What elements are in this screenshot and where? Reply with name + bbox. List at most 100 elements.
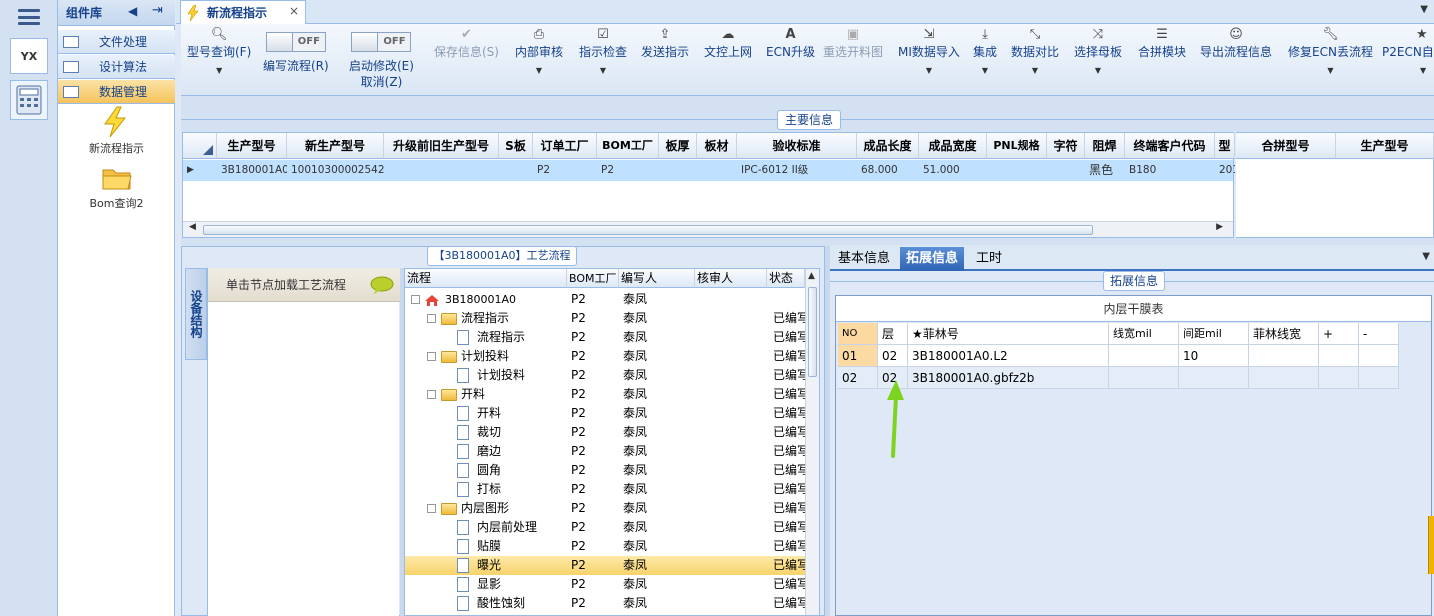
collapse-left-icon[interactable]: ◀ — [128, 4, 137, 18]
col-header[interactable]: 成品宽度 — [919, 133, 987, 159]
tree-row[interactable]: 显影 P2 泰凤 已编写 — [405, 575, 807, 594]
tree-row[interactable]: − 流程指示 P2 泰凤 已编写 — [405, 309, 807, 328]
col-header[interactable]: BOM工厂 — [597, 133, 659, 159]
menu-button[interactable] — [0, 0, 58, 34]
cell[interactable]: 10 — [1179, 345, 1249, 367]
col-header[interactable]: 成品长度 — [857, 133, 919, 159]
reselect-cutting-button[interactable]: ▣ 重选开料图 — [823, 24, 883, 96]
cell[interactable]: 01 — [838, 345, 878, 367]
col-header[interactable]: 合拼型号 — [1236, 133, 1336, 159]
cell[interactable] — [1359, 345, 1399, 367]
tree-row[interactable]: 开料 P2 泰凤 已编写 — [405, 404, 807, 423]
write-process-toggle[interactable]: OFF 编写流程(R) — [263, 24, 329, 96]
col-header[interactable]: - — [1359, 323, 1399, 345]
ecn-upgrade-button[interactable]: A ECN升级 — [766, 24, 815, 96]
tree-row[interactable]: − 开料 P2 泰凤 已编写 — [405, 385, 807, 404]
tree-row[interactable]: 计划投料 P2 泰凤 已编写 — [405, 366, 807, 385]
p2ecn-auto-button[interactable]: ★ P2ECN自动 ▼ — [1382, 24, 1434, 96]
col-header[interactable]: NO — [838, 323, 878, 345]
fix-ecn-process-button[interactable]: 🔧︎ 修复ECN丢流程 ▼ — [1288, 24, 1373, 96]
col-header[interactable]: 升级前旧生产型号 — [384, 133, 499, 159]
cell[interactable] — [1249, 345, 1319, 367]
col-header[interactable]: 生产型号 — [1336, 133, 1434, 159]
tab-device-structure[interactable]: 设备结构 — [185, 268, 207, 360]
col-header[interactable]: BOM工厂 — [567, 269, 619, 288]
tree-row[interactable]: 圆角 P2 泰凤 已编写 — [405, 461, 807, 480]
col-header[interactable]: 新生产型号 — [287, 133, 384, 159]
speech-bubble-icon[interactable] — [370, 276, 394, 294]
cell[interactable] — [1249, 367, 1319, 389]
col-header[interactable]: 阻焊 — [1085, 133, 1125, 159]
col-header[interactable]: 型 — [1215, 133, 1235, 159]
tab-new-process[interactable]: 新流程指示 × — [180, 0, 306, 24]
col-header[interactable]: 验收标准 — [737, 133, 857, 159]
cell[interactable] — [1319, 367, 1359, 389]
tree-row[interactable]: 流程指示 P2 泰凤 已编写 — [405, 328, 807, 347]
col-header[interactable]: 编写人 — [619, 269, 695, 288]
col-header[interactable]: ★菲林号 — [908, 323, 1109, 345]
col-header[interactable]: 线宽mil — [1109, 323, 1179, 345]
scroll-right-icon[interactable]: ▶ — [1216, 222, 1223, 232]
doc-control-online-button[interactable]: ☁ 文控上网 — [704, 24, 752, 96]
select-mother-board-button[interactable]: ⤨ 选择母板 ▼ — [1074, 24, 1122, 96]
tool-new-process[interactable]: 新流程指示 — [58, 140, 175, 156]
library-item-file-processing[interactable]: 文件处理 — [58, 30, 175, 54]
col-header[interactable]: + — [1319, 323, 1359, 345]
table-row[interactable]: ▶ 3B180001A0 10010300002542 P2 P2 IPC-60… — [183, 160, 1235, 181]
cell[interactable] — [1109, 367, 1179, 389]
export-process-info-button[interactable]: ☺ 导出流程信息 — [1200, 24, 1272, 96]
tree-row[interactable]: − 内层图形 P2 泰凤 已编写 — [405, 499, 807, 518]
tree-row[interactable]: − 3B180001A0 P2 泰凤 — [405, 290, 805, 309]
scroll-left-icon[interactable]: ◀ — [189, 222, 196, 232]
cell[interactable]: 3B180001A0.L2 — [908, 345, 1109, 367]
tree-row[interactable]: 裁切 P2 泰凤 已编写 — [405, 423, 807, 442]
tool-bom-query[interactable]: Bom查询2 — [58, 195, 175, 211]
tree-row[interactable]: 内层前处理 P2 泰凤 已编写 — [405, 518, 807, 537]
cell[interactable]: 3B180001A0.gbfz2b — [908, 367, 1109, 389]
cell[interactable]: 02 — [878, 345, 908, 367]
library-item-data-management[interactable]: 数据管理 — [58, 80, 175, 104]
chevron-down-icon[interactable]: ▼ — [1420, 4, 1428, 15]
col-header[interactable]: 生产型号 — [217, 133, 287, 159]
pin-icon[interactable]: ⇥ — [152, 3, 163, 18]
save-info-button[interactable]: ✔ 保存信息(S) — [434, 24, 499, 96]
chevron-down-icon[interactable]: ▼ — [1422, 251, 1430, 262]
tab-extended-info[interactable]: 拓展信息 — [900, 247, 965, 271]
edge-handle[interactable] — [1428, 516, 1434, 574]
horizontal-scrollbar[interactable]: ◀ ▶ — [183, 221, 1233, 237]
send-instruction-button[interactable]: ⇪ 发送指示 — [641, 24, 689, 96]
col-header[interactable]: PNL规格 — [987, 133, 1047, 159]
col-header[interactable]: 层 — [878, 323, 908, 345]
col-header[interactable]: 核审人 — [695, 269, 767, 288]
cell[interactable] — [1359, 367, 1399, 389]
col-header[interactable]: 间距mil — [1179, 323, 1249, 345]
tree-row[interactable]: 打标 P2 泰凤 已编写 — [405, 480, 807, 499]
tree-row[interactable]: 曝光 P2 泰凤 已编写 — [405, 556, 807, 575]
tree-row[interactable]: 酸性蚀刻 P2 泰凤 已编写 — [405, 594, 807, 613]
cell[interactable] — [1179, 367, 1249, 389]
col-header[interactable]: 板材 — [697, 133, 737, 159]
calculator-icon[interactable] — [10, 80, 48, 120]
integrate-button[interactable]: ⤓ 集成 ▼ — [973, 24, 997, 96]
col-header[interactable]: S板 — [499, 133, 533, 159]
col-header[interactable]: 菲林线宽 — [1249, 323, 1319, 345]
cell[interactable] — [1109, 345, 1179, 367]
mi-data-import-button[interactable]: ⇲ MI数据导入 ▼ — [898, 24, 960, 96]
col-header[interactable]: 终端客户代码 — [1125, 133, 1215, 159]
toggle-switch[interactable]: OFF — [265, 32, 326, 52]
library-item-design-algorithm[interactable]: 设计算法 — [58, 55, 175, 79]
model-query-button[interactable]: 🔍︎ 型号查询(F) ▼ — [187, 24, 251, 96]
collapse-icon[interactable]: − — [427, 314, 436, 323]
col-header[interactable]: 订单工厂 — [533, 133, 597, 159]
col-header[interactable]: 字符 — [1047, 133, 1085, 159]
tree-row[interactable]: − 计划投料 P2 泰凤 已编写 — [405, 347, 807, 366]
tab-basic-info[interactable]: 基本信息 — [832, 247, 896, 271]
toggle-switch[interactable]: OFF — [351, 32, 412, 52]
internal-review-button[interactable]: ⎙ 内部审核 ▼ — [515, 24, 563, 96]
start-edit-toggle[interactable]: OFF 启动修改(E) 取消(Z) — [349, 24, 414, 96]
collapse-icon[interactable]: − — [411, 295, 420, 304]
merge-module-button[interactable]: ☰ 合拼模块 — [1138, 24, 1186, 96]
col-header[interactable]: 流程 — [405, 269, 567, 288]
cell[interactable]: 02 — [838, 367, 878, 389]
yx-app-icon[interactable]: YX — [10, 38, 48, 74]
